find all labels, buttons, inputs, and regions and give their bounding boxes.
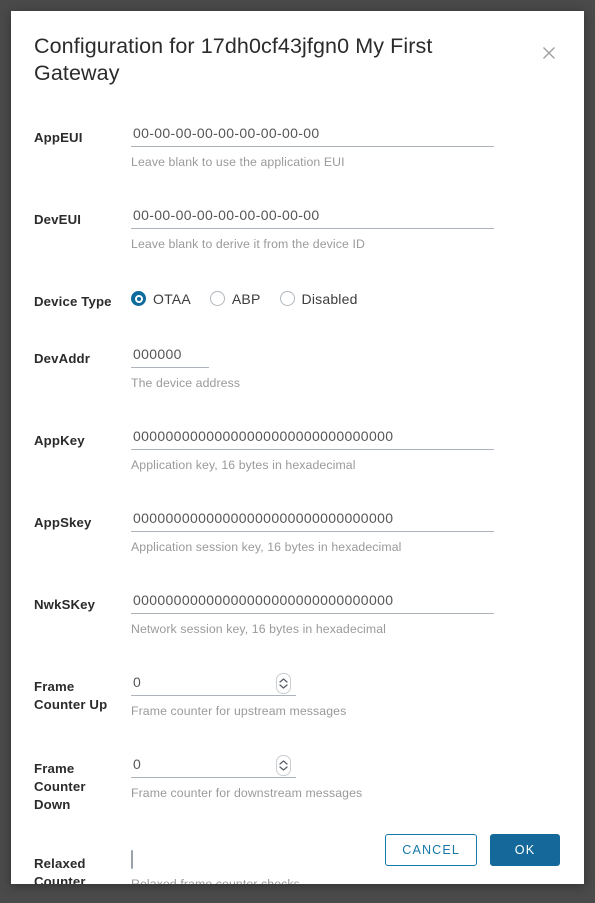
control-deveui: Leave blank to derive it from the device… bbox=[122, 206, 561, 252]
dialog-body: AppEUI Leave blank to use the applicatio… bbox=[11, 124, 584, 884]
control-frame-counter-down: Frame counter for downstream messages bbox=[122, 754, 561, 801]
appkey-input[interactable] bbox=[131, 427, 494, 450]
chevron-up-icon bbox=[279, 678, 288, 683]
radio-indicator-otaa bbox=[131, 291, 146, 307]
control-appeui: Leave blank to use the application EUI bbox=[122, 124, 561, 170]
label-devaddr: DevAddr bbox=[34, 350, 91, 366]
stepper-buttons-down-field[interactable] bbox=[276, 754, 291, 776]
field-row-appskey: AppSkey Application session key, 16 byte… bbox=[34, 509, 561, 555]
field-row-device-type: Device Type OTAA ABP Disabled bbox=[34, 289, 561, 311]
control-device-type: OTAA ABP Disabled bbox=[122, 289, 561, 307]
frame-counter-down-stepper bbox=[131, 754, 296, 778]
control-nwkskey: Network session key, 16 bytes in hexadec… bbox=[122, 591, 561, 637]
radio-indicator-abp bbox=[209, 291, 225, 307]
radio-label-otaa: OTAA bbox=[153, 290, 191, 307]
helper-appeui: Leave blank to use the application EUI bbox=[131, 154, 345, 169]
control-appskey: Application session key, 16 bytes in hex… bbox=[122, 509, 561, 555]
device-type-radio-group: OTAA ABP Disabled bbox=[131, 289, 561, 307]
frame-counter-up-stepper bbox=[131, 672, 296, 696]
nwkskey-input[interactable] bbox=[131, 591, 494, 614]
dialog-footer: CANCEL OK bbox=[11, 816, 584, 884]
frame-counter-up-input[interactable] bbox=[131, 673, 296, 696]
radio-option-abp[interactable]: ABP bbox=[209, 290, 261, 307]
label-appeui: AppEUI bbox=[34, 129, 83, 145]
close-icon[interactable] bbox=[540, 43, 560, 63]
field-row-frame-counter-up: Frame Counter Up Frame counter for upstr… bbox=[34, 672, 561, 719]
chevron-up-icon bbox=[279, 760, 288, 765]
radio-label-abp: ABP bbox=[231, 290, 261, 307]
field-row-devaddr: DevAddr The device address bbox=[34, 345, 561, 391]
label-frame-counter-up: Frame Counter Up bbox=[34, 678, 108, 712]
control-devaddr: The device address bbox=[122, 345, 561, 391]
deveui-input[interactable] bbox=[131, 206, 494, 229]
label-nwkskey: NwkSKey bbox=[34, 596, 96, 612]
radio-indicator-disabled bbox=[279, 291, 295, 307]
label-appskey: AppSkey bbox=[34, 514, 92, 530]
ok-button[interactable]: OK bbox=[490, 834, 560, 866]
field-row-frame-counter-down: Frame Counter Down Frame counter for dow… bbox=[34, 754, 561, 814]
appskey-input[interactable] bbox=[131, 509, 494, 532]
page-title: Configuration for 17dh0cf43jfgn0 My Firs… bbox=[34, 34, 433, 85]
radio-label-disabled: Disabled bbox=[301, 290, 358, 307]
devaddr-input[interactable] bbox=[131, 345, 209, 368]
control-frame-counter-up: Frame counter for upstream messages bbox=[122, 672, 561, 719]
helper-appkey: Application key, 16 bytes in hexadecimal bbox=[131, 457, 356, 472]
stepper-buttons-up-field[interactable] bbox=[276, 672, 291, 694]
frame-counter-down-input[interactable] bbox=[131, 755, 296, 778]
helper-frame-counter-down: Frame counter for downstream messages bbox=[131, 785, 363, 800]
helper-deveui: Leave blank to derive it from the device… bbox=[131, 236, 365, 251]
close-icon-glyph bbox=[543, 47, 555, 59]
chevron-down-icon bbox=[279, 766, 288, 771]
radio-option-otaa[interactable]: OTAA bbox=[131, 291, 191, 307]
radio-option-disabled[interactable]: Disabled bbox=[279, 290, 358, 307]
appeui-input[interactable] bbox=[131, 124, 494, 147]
field-row-appeui: AppEUI Leave blank to use the applicatio… bbox=[34, 124, 561, 170]
configuration-dialog: Configuration for 17dh0cf43jfgn0 My Firs… bbox=[11, 11, 584, 884]
field-row-nwkskey: NwkSKey Network session key, 16 bytes in… bbox=[34, 591, 561, 637]
field-row-appkey: AppKey Application key, 16 bytes in hexa… bbox=[34, 427, 561, 473]
helper-appskey: Application session key, 16 bytes in hex… bbox=[131, 539, 402, 554]
label-deveui: DevEUI bbox=[34, 211, 82, 227]
dialog-header: Configuration for 17dh0cf43jfgn0 My Firs… bbox=[11, 11, 584, 87]
helper-devaddr: The device address bbox=[131, 375, 241, 390]
helper-frame-counter-up: Frame counter for upstream messages bbox=[131, 703, 347, 718]
control-appkey: Application key, 16 bytes in hexadecimal bbox=[122, 427, 561, 473]
field-row-deveui: DevEUI Leave blank to derive it from the… bbox=[34, 206, 561, 252]
helper-nwkskey: Network session key, 16 bytes in hexadec… bbox=[131, 621, 387, 636]
label-appkey: AppKey bbox=[34, 432, 85, 448]
label-frame-counter-down: Frame Counter Down bbox=[34, 760, 86, 812]
label-device-type: Device Type bbox=[34, 293, 112, 309]
chevron-down-icon bbox=[279, 684, 288, 689]
cancel-button[interactable]: CANCEL bbox=[385, 834, 477, 866]
